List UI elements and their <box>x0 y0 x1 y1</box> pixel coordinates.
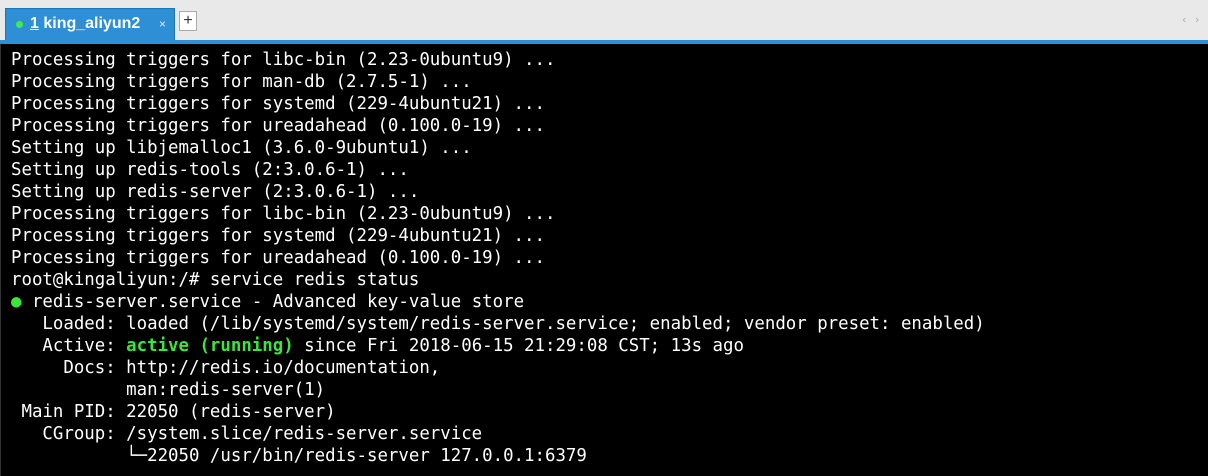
close-icon[interactable]: × <box>159 9 166 39</box>
active-state: active (running) <box>126 336 294 356</box>
tab-name: king_aliyun2 <box>38 15 141 32</box>
service-unit-line: ● redis-server.service - Advanced key-va… <box>11 291 524 313</box>
output-line: Setting up redis-tools (2:3.0.6-1) ... <box>11 160 409 180</box>
output-line: Processing triggers for ureadahead (0.10… <box>11 116 545 136</box>
tab-number: 1 <box>30 15 39 32</box>
terminal-output[interactable]: Processing triggers for libc-bin (2.23-0… <box>0 44 1208 476</box>
service-docs-line-2: man:redis-server(1) <box>11 380 326 400</box>
output-line: Setting up libjemalloc1 (3.6.0-9ubuntu1)… <box>11 138 472 158</box>
output-line: Processing triggers for systemd (229-4ub… <box>11 226 545 246</box>
service-docs-line: Docs: http://redis.io/documentation, <box>11 358 441 378</box>
scroll-right-icon[interactable]: › <box>1195 13 1199 26</box>
new-tab-button[interactable]: + <box>179 11 197 31</box>
service-cgroup-line: CGroup: /system.slice/redis-server.servi… <box>11 424 483 444</box>
output-line: Processing triggers for ureadahead (0.10… <box>11 248 545 268</box>
terminal-window: 1 king_aliyun2 × + ‹ › Processing trigge… <box>0 0 1208 476</box>
output-line: Setting up redis-server (2:3.0.6-1) ... <box>11 182 420 202</box>
service-loaded-line: Loaded: loaded (/lib/systemd/system/redi… <box>11 314 985 334</box>
active-since: since Fri 2018-06-15 21:29:08 CST; 13s a… <box>293 336 744 356</box>
tab-title: 1 king_aliyun2 <box>30 9 140 39</box>
output-line: Processing triggers for libc-bin (2.23-0… <box>11 50 556 70</box>
scroll-left-icon[interactable]: ‹ <box>1182 13 1186 26</box>
command-prompt-line: root@kingaliyun:/# service redis status <box>11 270 420 290</box>
service-active-line: Active: active (running) since Fri 2018-… <box>11 335 744 357</box>
output-line: Processing triggers for systemd (229-4ub… <box>11 94 545 114</box>
service-unit-description: redis-server.service - Advanced key-valu… <box>21 292 525 312</box>
service-mainpid-line: Main PID: 22050 (redis-server) <box>11 402 336 422</box>
active-label: Active: <box>11 336 127 356</box>
tab-session[interactable]: 1 king_aliyun2 × <box>5 8 175 40</box>
output-line: Processing triggers for libc-bin (2.23-0… <box>11 204 556 224</box>
connected-status-icon <box>16 21 23 28</box>
tab-bar: 1 king_aliyun2 × + ‹ › <box>0 0 1208 42</box>
active-status-bullet-icon: ● <box>11 292 22 312</box>
output-line: Processing triggers for man-db (2.7.5-1)… <box>11 72 472 92</box>
service-process-line: └─22050 /usr/bin/redis-server 127.0.0.1:… <box>11 446 587 466</box>
